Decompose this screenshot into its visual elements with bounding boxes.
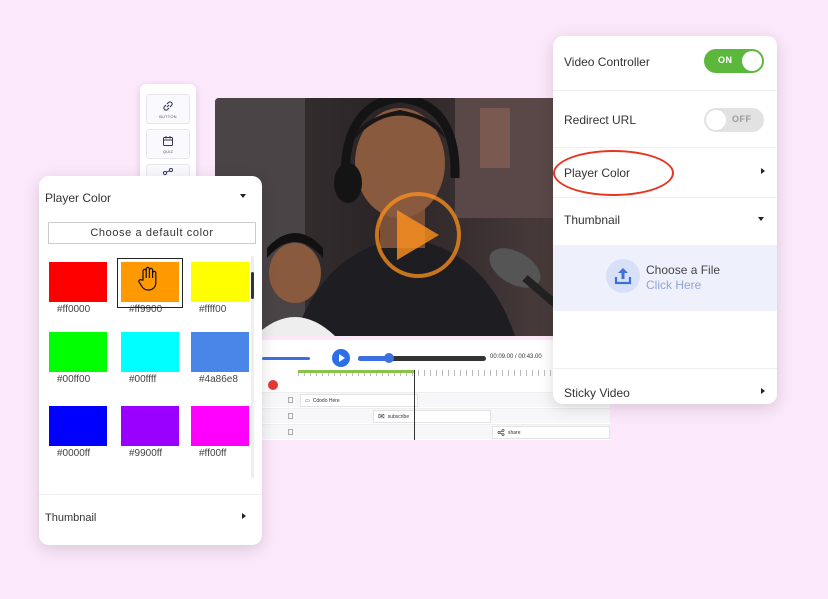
link-icon	[163, 100, 173, 111]
seek-handle[interactable]	[384, 353, 394, 363]
clip-label: share	[508, 429, 521, 436]
scrollbar-thumb[interactable]	[251, 272, 254, 299]
swatch-chip[interactable]	[121, 406, 179, 446]
tool-quiz[interactable]: QUIZ	[146, 129, 190, 159]
timeline-clip[interactable]: ▭ Cdodo Here	[300, 394, 418, 407]
color-swatch[interactable]: #00ffff	[117, 332, 181, 385]
swatch-chip[interactable]	[191, 262, 249, 302]
share-icon	[497, 429, 505, 436]
swatch-hex: #00ffff	[129, 374, 157, 385]
sticky-video-row[interactable]: Sticky Video	[553, 369, 777, 404]
color-swatch[interactable]: #0000ff	[45, 406, 109, 459]
caret-down-icon[interactable]	[240, 194, 246, 198]
color-swatch[interactable]: #ffff00	[187, 262, 251, 315]
swatch-hex: #ff0000	[57, 304, 91, 315]
tool-quiz-label: QUIZ	[162, 148, 174, 154]
swatch-chip[interactable]	[191, 332, 249, 372]
tool-button-label: BUTTON	[159, 113, 177, 119]
timeline-playhead[interactable]	[414, 370, 415, 440]
play-icon[interactable]	[397, 210, 439, 260]
swatch-hex: #4a86e8	[199, 374, 238, 385]
redirect-url-label: Redirect URL	[564, 113, 637, 127]
swatch-chip[interactable]	[191, 406, 249, 446]
divider	[39, 494, 262, 495]
swatch-hex: #9900ff	[129, 448, 163, 459]
redirect-url-row: Redirect URL OFF	[553, 91, 777, 148]
swatch-chip[interactable]	[49, 262, 107, 302]
time-readout: 00:09.00 / 00:43.00	[490, 354, 542, 360]
thumbnail-row[interactable]: Thumbnail	[553, 198, 777, 245]
swatch-chip[interactable]	[121, 332, 179, 372]
time-current: 00:09.00	[490, 354, 514, 360]
color-swatch[interactable]: #00ff00	[45, 332, 109, 385]
video-controller-row: Video Controller ON	[553, 36, 777, 91]
hand-cursor-icon	[138, 266, 157, 291]
timeline-clip[interactable]: ✉ subscribe	[373, 410, 491, 423]
clip-label: subscribe	[387, 413, 410, 420]
player-color-panel: Player Color Choose a default color #ff0…	[39, 176, 262, 545]
toggle-state-text: OFF	[732, 114, 752, 124]
record-icon[interactable]	[268, 380, 278, 390]
volume-bar[interactable]	[262, 357, 310, 360]
color-swatch-selected[interactable]: #ff9900	[117, 258, 183, 315]
video-controller-toggle[interactable]: ON	[704, 49, 764, 73]
clip-label: Cdodo Here	[312, 397, 340, 404]
file-upload-dropzone[interactable]: Choose a File Click Here	[553, 245, 777, 311]
toggle-knob	[742, 51, 762, 71]
upload-arrow-glyph	[614, 268, 632, 285]
blank-row	[553, 311, 777, 369]
caret-right-icon[interactable]	[761, 168, 765, 174]
swatch-chip[interactable]	[49, 406, 107, 446]
thumbnail-label[interactable]: Thumbnail	[564, 213, 620, 227]
caret-right-icon[interactable]	[761, 388, 765, 394]
caret-right-icon[interactable]	[242, 513, 246, 519]
upload-title: Choose a File	[646, 263, 721, 277]
toggle-state-text: ON	[718, 55, 733, 65]
upload-click-here[interactable]: Click Here	[646, 278, 701, 292]
thumbnail-section-label[interactable]: Thumbnail	[45, 512, 96, 524]
timeline-clip[interactable]: share	[492, 426, 610, 439]
choose-default-color-button[interactable]: Choose a default color	[48, 222, 256, 244]
play-button[interactable]	[332, 349, 350, 367]
color-swatch[interactable]: #ff0000	[45, 262, 109, 315]
text-icon: ▭	[305, 397, 310, 404]
swatch-hex: #ffff00	[199, 304, 227, 315]
time-total: 00:43.00	[518, 354, 542, 360]
swatch-hex: #ff00ff	[199, 448, 227, 459]
track-lock-icon[interactable]	[288, 413, 293, 419]
seek-bar[interactable]	[358, 356, 486, 361]
timeline-track: ✉ subscribe	[258, 408, 610, 423]
calendar-icon	[163, 135, 173, 146]
swatch-hex: #0000ff	[57, 448, 91, 459]
video-controller-label: Video Controller	[564, 55, 650, 69]
color-swatch[interactable]: #4a86e8	[187, 332, 251, 385]
caret-down-icon[interactable]	[758, 217, 764, 221]
color-swatch[interactable]: #ff00ff	[187, 406, 251, 459]
time-separator: /	[515, 354, 517, 360]
toggle-knob	[706, 110, 726, 130]
redirect-url-toggle[interactable]: OFF	[704, 108, 764, 132]
upload-icon[interactable]	[606, 259, 640, 293]
color-swatch[interactable]: #9900ff	[117, 406, 181, 459]
highlight-ellipse	[553, 150, 674, 196]
player-color-title[interactable]: Player Color	[45, 191, 111, 205]
tool-button[interactable]: BUTTON	[146, 94, 190, 124]
settings-panel: Video Controller ON Redirect URL OFF Pla…	[553, 36, 777, 404]
track-lock-icon[interactable]	[288, 397, 293, 403]
mail-icon: ✉	[378, 412, 385, 421]
swatch-hex: #00ff00	[57, 374, 91, 385]
sticky-video-label[interactable]: Sticky Video	[564, 386, 630, 400]
swatch-chip[interactable]	[49, 332, 107, 372]
track-lock-icon[interactable]	[288, 429, 293, 435]
timeline-track: share	[258, 424, 610, 439]
timeline-progress	[298, 370, 414, 373]
